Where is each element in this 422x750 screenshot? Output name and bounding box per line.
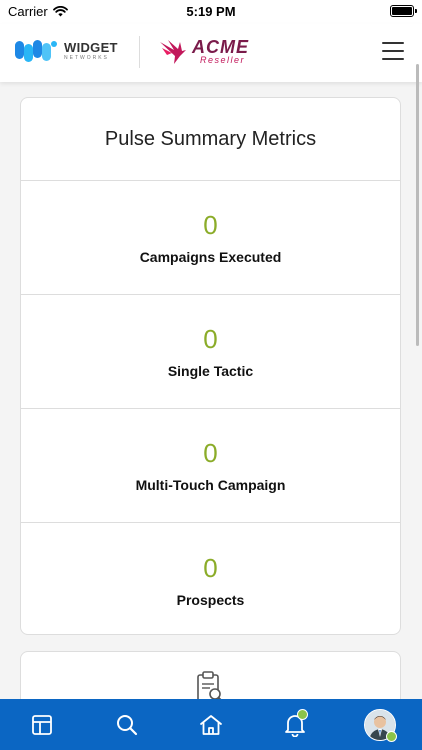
pulse-summary-card: Pulse Summary Metrics 0 Campaigns Execut… xyxy=(20,97,401,635)
bottom-nav xyxy=(0,699,422,750)
metric-value: 0 xyxy=(203,552,218,583)
status-time: 5:19 PM xyxy=(186,4,236,19)
home-icon xyxy=(200,714,222,735)
nav-notifications[interactable] xyxy=(275,705,315,745)
notification-badge xyxy=(297,708,309,720)
logo-divider xyxy=(139,36,140,68)
metric-campaigns-executed[interactable]: 0 Campaigns Executed xyxy=(21,181,400,295)
metric-single-tactic[interactable]: 0 Single Tactic xyxy=(21,295,400,409)
acme-bird-icon xyxy=(160,40,186,64)
widget-logo-name: WIDGET xyxy=(64,40,118,55)
app-header: WIDGET NETWORKS ACME Reseller xyxy=(0,24,422,82)
battery-icon xyxy=(390,5,417,17)
acme-logo-sub: Reseller xyxy=(200,54,246,65)
nav-profile[interactable] xyxy=(360,705,400,745)
nav-home[interactable] xyxy=(191,705,231,745)
status-bar: Carrier 5:19 PM xyxy=(0,0,422,24)
online-status-badge xyxy=(385,730,397,742)
widget-logo-mark-icon xyxy=(15,40,57,62)
metric-value: 0 xyxy=(203,324,218,354)
metric-label: Campaigns Executed xyxy=(139,249,282,265)
card-title: Pulse Summary Metrics xyxy=(21,98,400,181)
acme-logo[interactable]: ACME Reseller xyxy=(158,36,249,66)
metric-value: 0 xyxy=(203,210,218,240)
metric-prospects[interactable]: 0 Prospects xyxy=(21,523,400,637)
metric-label: Multi-Touch Campaign xyxy=(135,477,286,493)
dashboard-icon xyxy=(32,714,53,735)
metric-multi-touch-campaign[interactable]: 0 Multi-Touch Campaign xyxy=(21,409,400,523)
metric-value: 0 xyxy=(203,438,218,468)
search-icon xyxy=(116,714,137,735)
metric-label: Prospects xyxy=(176,591,245,608)
widget-logo-sub: NETWORKS xyxy=(64,55,109,61)
hamburger-icon[interactable] xyxy=(382,42,404,60)
nav-dashboard[interactable] xyxy=(22,705,62,745)
scrollbar[interactable] xyxy=(416,64,419,346)
acme-logo-name: ACME xyxy=(192,36,249,57)
widget-logo[interactable]: WIDGET NETWORKS xyxy=(14,38,118,64)
metric-label: Single Tactic xyxy=(167,363,254,379)
nav-search[interactable] xyxy=(107,705,147,745)
